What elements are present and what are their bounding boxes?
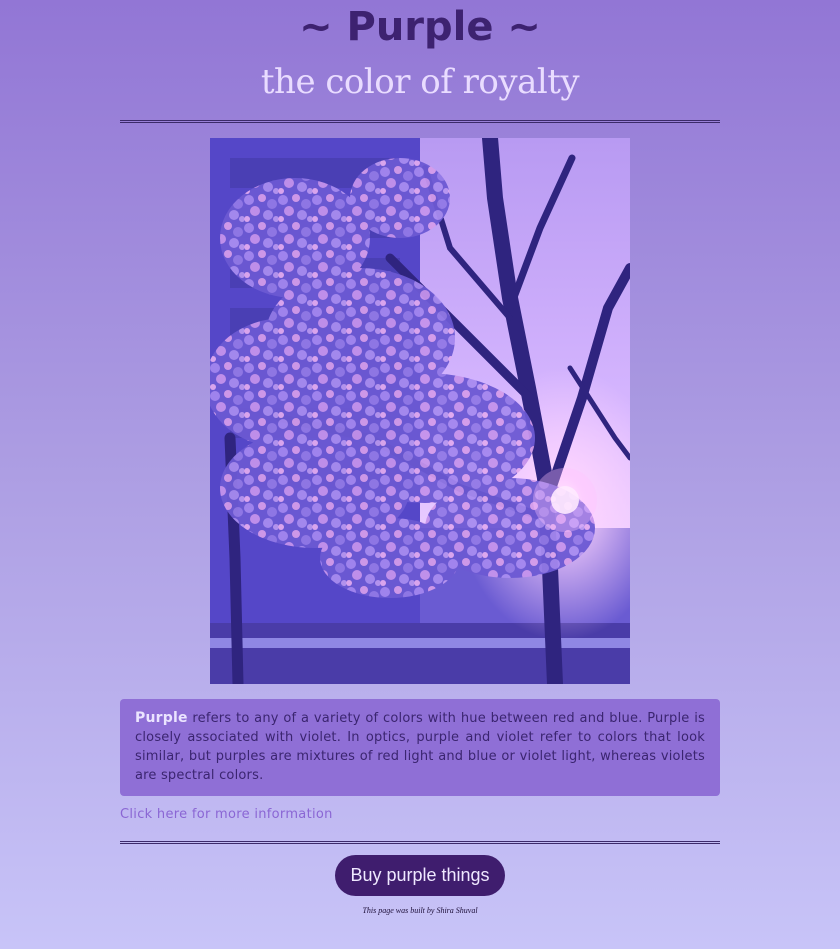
footer-credit: This page was built by Shira Shuval	[362, 906, 478, 915]
cherry-blossom-photo	[210, 138, 630, 684]
description-keyword: Purple	[135, 710, 188, 726]
page-subtitle: the color of royalty	[260, 62, 580, 102]
page-title: ~ Purple ~	[299, 4, 541, 50]
description-box: Purple refers to any of a variety of col…	[120, 699, 720, 796]
divider-top	[120, 120, 720, 123]
description-text: refers to any of a variety of colors wit…	[135, 711, 705, 783]
divider-bottom	[120, 841, 720, 844]
page-container: ~ Purple ~ the color of royalty Purple r…	[120, 0, 720, 915]
more-info-link[interactable]: Click here for more information	[120, 807, 720, 822]
buy-purple-things-button[interactable]: Buy purple things	[335, 855, 505, 896]
